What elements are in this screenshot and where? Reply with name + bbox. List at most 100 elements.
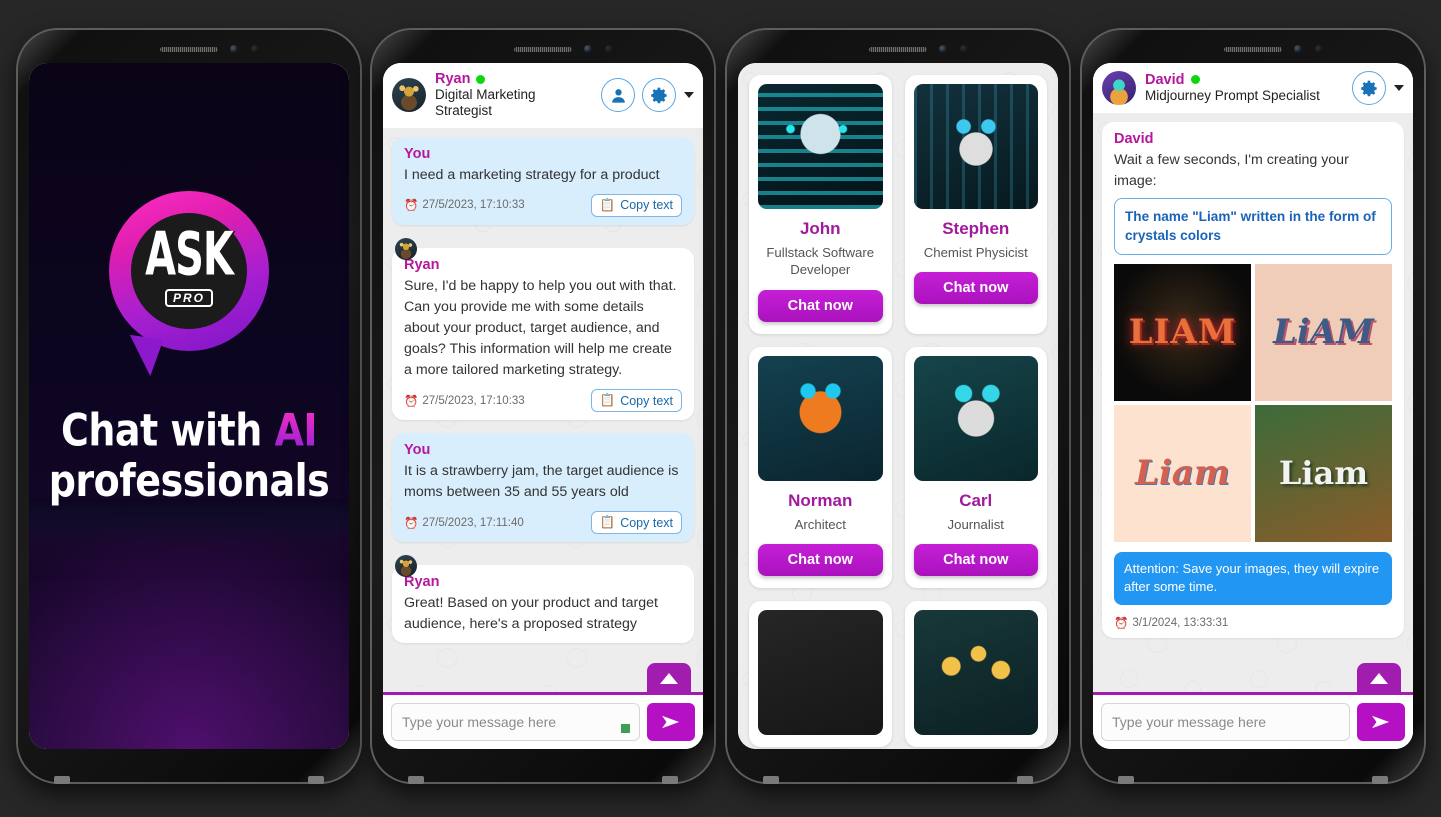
chat-input-bar: Type your message here: [383, 663, 703, 749]
scroll-to-top-icon: [1370, 672, 1388, 684]
message-timestamp: ⏰ 27/5/2023, 17:10:33: [404, 394, 525, 408]
expert-photo: [758, 356, 883, 481]
settings-button[interactable]: [642, 78, 676, 113]
expert-role: Architect: [794, 516, 846, 532]
chat-now-button[interactable]: Chat now: [913, 272, 1038, 305]
contact-name-label: David: [1145, 71, 1185, 88]
header-actions: [601, 78, 694, 113]
earpiece-speaker: [869, 47, 927, 52]
expert-name: Carl: [959, 490, 993, 510]
prompt-quote: The name "Liam" written in the form of c…: [1114, 198, 1392, 255]
generated-image-text: Liam: [1278, 454, 1369, 493]
message-footer: ⏰ 27/5/2023, 17:11:40 📋 Copy text: [404, 511, 682, 535]
expert-photo: [913, 84, 1038, 209]
generated-image-text: LIAM: [1128, 312, 1237, 353]
expert-card-grid[interactable]: John Fullstack Software Developer Chat n…: [738, 63, 1058, 749]
chevron-down-icon[interactable]: [1394, 85, 1404, 91]
message-list[interactable]: You I need a marketing strategy for a pr…: [383, 127, 703, 692]
frame-foot-left: [408, 776, 424, 784]
splash-content: ASK PRO Chat with AI professionals: [29, 63, 349, 749]
copy-text-button[interactable]: 📋 Copy text: [590, 389, 682, 413]
chat-screen-ryan: Ryan Digital Marketing Strategist You I …: [383, 63, 703, 749]
grid-floor-graphic: [29, 499, 349, 749]
settings-button[interactable]: [1352, 71, 1386, 105]
expert-name: Stephen: [942, 218, 1010, 238]
expert-role: Journalist: [947, 516, 1004, 532]
expert-card[interactable]: Norman Architect Chat now: [749, 347, 892, 589]
expert-list-screen: John Fullstack Software Developer Chat n…: [738, 63, 1058, 749]
splash-tagline: Chat with AI professionals: [49, 405, 330, 505]
generated-image-text: Liam: [1135, 453, 1230, 494]
generated-image-text: LiAM: [1273, 312, 1374, 353]
avatar[interactable]: [1102, 71, 1136, 105]
header-actions: [1352, 71, 1404, 105]
scroll-to-top-button[interactable]: [1357, 663, 1401, 693]
frame-foot-right: [308, 776, 324, 784]
robot-chemist-image: [913, 84, 1038, 209]
message-bubble: Ryan Great! Based on your product and ta…: [392, 565, 694, 644]
expert-card[interactable]: John Fullstack Software Developer Chat n…: [749, 75, 892, 335]
message-timestamp: ⏰ 27/5/2023, 17:11:40: [404, 516, 524, 530]
expert-card-partial[interactable]: [749, 601, 892, 747]
expert-card[interactable]: Carl Journalist Chat now: [904, 347, 1047, 589]
clock-icon: ⏰: [1114, 618, 1129, 631]
message-text: Great! Based on your product and target …: [404, 595, 658, 633]
profile-button[interactable]: [601, 78, 635, 113]
expert-name: Norman: [788, 490, 853, 510]
avatar[interactable]: [392, 78, 426, 113]
phone-expert-list: John Fullstack Software Developer Chat n…: [727, 30, 1069, 784]
copy-text-label: Copy text: [620, 515, 673, 530]
expert-photo: [758, 84, 883, 209]
mic-indicator-icon[interactable]: [621, 724, 630, 733]
front-camera-icon: [939, 45, 948, 53]
generated-image[interactable]: Liam: [1114, 404, 1251, 542]
chat-now-button[interactable]: Chat now: [758, 290, 883, 323]
message-avatar: [395, 237, 417, 260]
chat-now-button[interactable]: Chat now: [758, 544, 883, 577]
message-avatar: [395, 555, 417, 578]
expert-card[interactable]: Stephen Chemist Physicist Chat now: [904, 75, 1047, 335]
chat-input-bar: Type your message here: [1093, 663, 1413, 749]
tagline-line2: professionals: [48, 454, 330, 507]
earpiece-speaker: [160, 47, 218, 52]
chevron-down-icon[interactable]: [684, 92, 694, 99]
frame-foot-right: [662, 776, 678, 784]
message-footer: ⏰ 27/5/2023, 17:10:33 📋 Copy text: [404, 389, 682, 413]
earpiece-speaker: [514, 47, 572, 52]
scroll-to-top-button[interactable]: [647, 663, 691, 693]
robot-image: [758, 610, 883, 735]
message-list[interactable]: David Wait a few seconds, I'm creating y…: [1093, 113, 1413, 692]
message-input[interactable]: Type your message here: [391, 703, 640, 741]
generated-image[interactable]: Liam: [1255, 404, 1392, 542]
screenshot-stage: ASK PRO Chat with AI professionals Ryan …: [0, 0, 1441, 817]
sensor-icon: [959, 45, 968, 53]
chat-header: Ryan Digital Marketing Strategist: [383, 63, 703, 128]
logo-wordmark: ASK: [145, 220, 234, 290]
robot-developer-image: [758, 84, 883, 209]
contact-name: Ryan: [435, 71, 592, 87]
contact-name: David: [1145, 72, 1343, 88]
message-bubble: You I need a marketing strategy for a pr…: [392, 136, 694, 225]
chat-now-button[interactable]: Chat now: [913, 544, 1038, 577]
generated-image[interactable]: LiAM: [1255, 263, 1392, 401]
sensor-icon: [1314, 45, 1323, 53]
gear-icon: [650, 87, 667, 104]
generated-image-grid[interactable]: LIAM LiAM Liam Liam: [1114, 263, 1392, 542]
sensor-icon: [604, 45, 613, 53]
expert-card-partial[interactable]: [904, 601, 1047, 747]
app-logo: ASK PRO: [104, 191, 274, 371]
copy-text-button[interactable]: 📋 Copy text: [590, 511, 682, 535]
copy-text-button[interactable]: 📋 Copy text: [590, 193, 682, 217]
speech-bubble-icon: ASK PRO: [109, 191, 269, 351]
logo-inner-circle: ASK PRO: [131, 213, 247, 329]
chat-header: David Midjourney Prompt Specialist: [1093, 63, 1413, 113]
message-sender: Ryan: [404, 574, 440, 591]
gear-icon: [1360, 80, 1377, 96]
message-sender: David: [1114, 131, 1154, 147]
message-input[interactable]: Type your message here: [1101, 703, 1350, 741]
send-button[interactable]: [647, 703, 695, 741]
clipboard-icon: 📋: [599, 393, 616, 408]
generated-image[interactable]: LIAM: [1114, 263, 1251, 401]
send-button[interactable]: [1357, 703, 1405, 741]
frame-foot-right: [1017, 776, 1033, 784]
